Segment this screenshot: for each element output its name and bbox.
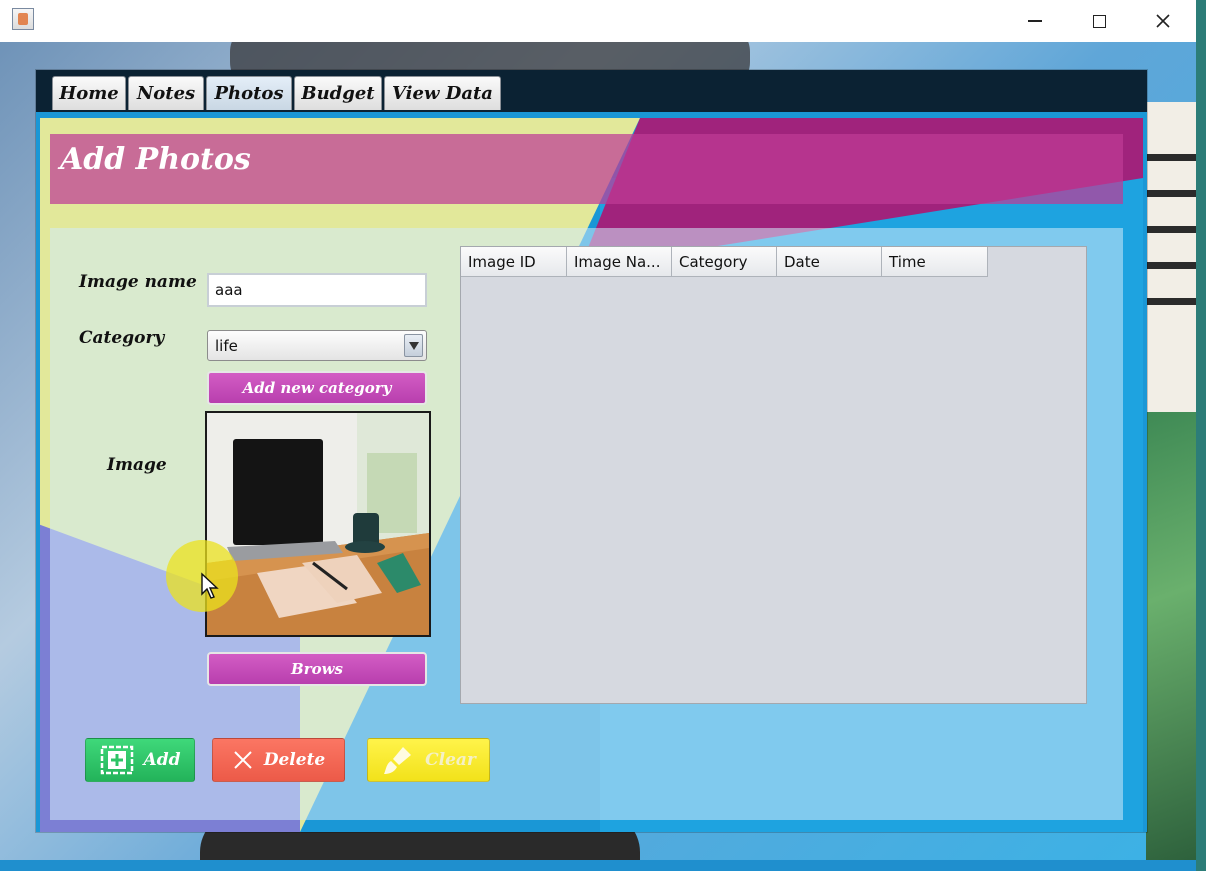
page-header: Add Photos	[50, 134, 1123, 204]
delete-button[interactable]: Delete	[212, 738, 345, 782]
photos-tab-content: Add Photos Image name aaa Category life …	[40, 118, 1143, 832]
maximize-icon	[1092, 14, 1106, 28]
clear-button-label: Clear	[425, 750, 476, 770]
image-name-input[interactable]: aaa	[207, 273, 427, 307]
category-label: Category	[79, 328, 165, 348]
column-header-image-id[interactable]: Image ID	[461, 247, 567, 277]
delete-x-icon	[234, 751, 252, 769]
photo-thumbnail-image	[207, 413, 429, 635]
add-new-category-button[interactable]: Add new category	[207, 371, 427, 405]
window-title-bar	[0, 0, 1196, 42]
column-header-category[interactable]: Category	[672, 247, 777, 277]
tab-photos[interactable]: Photos	[206, 76, 292, 110]
close-icon	[1156, 14, 1170, 28]
chevron-down-icon[interactable]	[404, 334, 423, 357]
page-title: Add Photos	[60, 142, 251, 177]
image-name-label: Image name	[79, 272, 197, 292]
photos-table[interactable]: Image ID Image Na... Category Date Time	[460, 246, 1087, 704]
mouse-pointer-icon	[201, 572, 219, 599]
column-header-time[interactable]: Time	[882, 247, 988, 277]
delete-button-label: Delete	[263, 750, 326, 770]
category-select[interactable]: life	[207, 330, 427, 361]
close-button[interactable]	[1140, 6, 1186, 36]
brush-icon	[384, 747, 412, 774]
desktop-edge	[1196, 0, 1206, 871]
tab-budget[interactable]: Budget	[294, 76, 382, 110]
minimize-button[interactable]	[1012, 6, 1058, 36]
java-app-icon	[12, 8, 34, 30]
image-preview	[205, 411, 431, 637]
app-window: Home Notes Photos Budget View Data Add P…	[36, 70, 1147, 832]
add-button[interactable]: Add	[85, 738, 195, 782]
column-header-date[interactable]: Date	[777, 247, 882, 277]
tab-bar: Home Notes Photos Budget View Data	[36, 70, 1147, 112]
image-label: Image	[107, 455, 167, 475]
clear-button[interactable]: Clear	[367, 738, 490, 782]
add-button-label: Add	[143, 750, 181, 770]
tab-view-data[interactable]: View Data	[384, 76, 501, 110]
minimize-icon	[1028, 20, 1042, 22]
table-header: Image ID Image Na... Category Date Time	[461, 247, 988, 277]
add-icon	[100, 745, 133, 775]
tab-notes[interactable]: Notes	[128, 76, 204, 110]
column-header-image-name[interactable]: Image Na...	[567, 247, 672, 277]
maximize-button[interactable]	[1076, 6, 1122, 36]
category-selected-value: life	[215, 337, 238, 355]
tab-home[interactable]: Home	[52, 76, 126, 110]
browse-button[interactable]: Brows	[207, 652, 427, 686]
